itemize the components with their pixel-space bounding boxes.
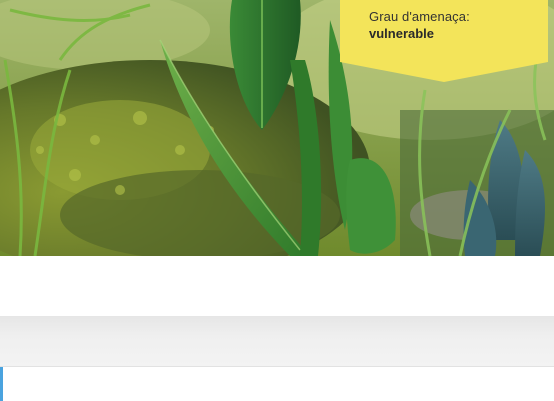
content-accent-bar: [0, 367, 3, 401]
grey-toolbar-strip: [0, 316, 554, 367]
white-spacer: [0, 256, 554, 316]
threat-level-label: Grau d'amenaça:: [369, 9, 470, 24]
page: Grau d'amenaça: vulnerable: [0, 0, 554, 401]
content-area: [0, 367, 554, 401]
threat-level-badge: Grau d'amenaça: vulnerable: [340, 0, 548, 82]
threat-level-value: vulnerable: [369, 26, 435, 41]
